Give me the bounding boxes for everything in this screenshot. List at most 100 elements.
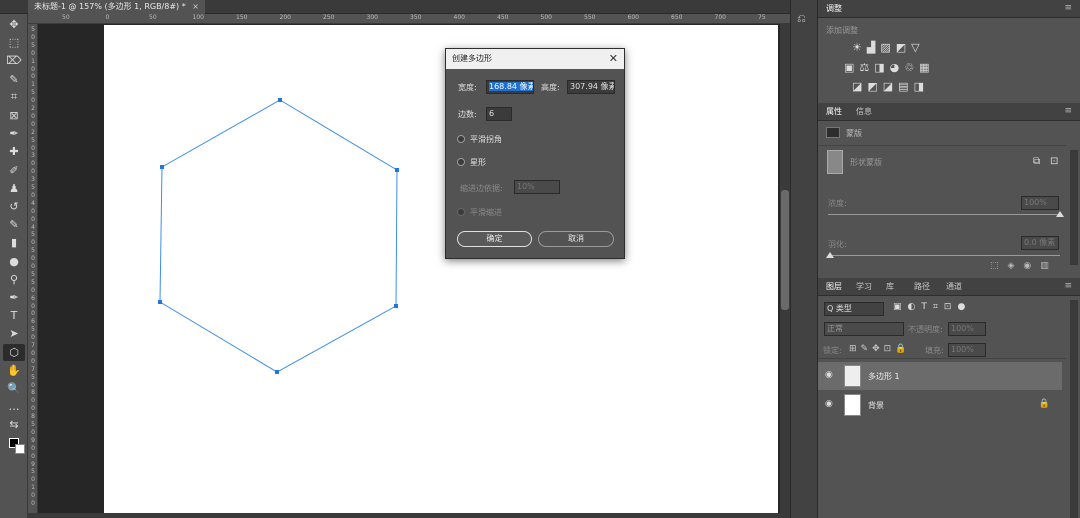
create-polygon-dialog: 创建多边形 ✕ 宽度: 168.84 像素 高度: 307.94 像素 边数: … xyxy=(445,48,625,259)
density-slider[interactable] xyxy=(828,214,1060,215)
ruler-tick-label: 0 xyxy=(31,263,35,270)
sides-field[interactable]: 6 xyxy=(486,107,512,121)
history-brush-tool-icon[interactable]: ↺ xyxy=(3,198,25,215)
indent-field[interactable]: 10% xyxy=(514,180,560,194)
magic-wand-tool-icon[interactable]: ✎ xyxy=(3,71,25,88)
star-checkbox[interactable] xyxy=(457,158,465,166)
close-icon[interactable]: ✕ xyxy=(609,49,618,69)
blur-tool-icon[interactable]: ● xyxy=(3,253,25,270)
anchor-point[interactable] xyxy=(160,165,164,169)
pen-tool-icon[interactable]: ✒ xyxy=(3,289,25,306)
ruler-tick-label: 0 xyxy=(31,334,35,342)
crop-tool-icon[interactable]: ⌗ xyxy=(3,89,25,106)
layer-filter-select[interactable]: Q 类型 xyxy=(824,302,884,316)
horizontal-ruler: 50 0 50 100 150 200 250 300 350 400 450 500 550 600 65… xyxy=(28,14,790,24)
foreground-color-icon[interactable] xyxy=(3,435,25,455)
properties-scrollbar[interactable] xyxy=(1070,150,1078,265)
height-label: 高度: xyxy=(541,83,560,92)
document-canvas[interactable] xyxy=(104,25,778,514)
adjustment-icons-row-3[interactable]: ◪◩◪▤◨ xyxy=(852,80,929,93)
panel-menu-icon[interactable]: ≡ xyxy=(1064,281,1072,291)
tab-learn[interactable]: 学习 xyxy=(856,281,872,292)
blend-mode-select[interactable]: 正常 xyxy=(824,322,904,336)
zoom-tool-icon[interactable]: 🔍 xyxy=(3,380,25,397)
type-tool-icon[interactable]: T xyxy=(3,307,25,324)
panel-menu-icon[interactable]: ≡ xyxy=(1064,3,1072,13)
marquee-tool-icon[interactable]: ⬚ xyxy=(3,34,25,51)
shape-mask-label: 形状蒙版 xyxy=(850,158,882,167)
panel-menu-icon[interactable]: ≡ xyxy=(1064,106,1072,116)
brush-tool-icon[interactable]: ✐ xyxy=(3,162,25,179)
cancel-button[interactable]: 取消 xyxy=(538,231,614,247)
ruler-tick-label: 4 xyxy=(31,223,35,231)
smooth-indent-checkbox[interactable] xyxy=(457,208,465,216)
lasso-tool-icon[interactable]: ⌦ xyxy=(3,52,25,69)
ruler-tick-label: 450 xyxy=(497,14,509,21)
ruler-tick-label: 0 xyxy=(31,239,35,247)
height-field[interactable]: 307.94 像素 xyxy=(567,80,615,94)
frame-tool-icon[interactable]: ⊠ xyxy=(3,107,25,124)
feather-field[interactable]: 0.0 像素 xyxy=(1021,236,1059,250)
swap-colors-icon-icon[interactable]: ⇆ xyxy=(3,416,25,433)
properties-footer-icons[interactable]: ⬚◈◉▥ xyxy=(990,261,1058,271)
add-mask-icon[interactable]: ⧉ xyxy=(1033,156,1040,167)
ruler-tick-label: 0 xyxy=(31,49,35,57)
hand-tool-icon[interactable]: ✋ xyxy=(3,362,25,379)
layer-row-polygon[interactable]: ◉ 多边形 1 xyxy=(818,362,1062,390)
eyedropper-tool-icon[interactable]: ✒ xyxy=(3,125,25,142)
dodge-tool-icon[interactable]: ⚲ xyxy=(3,271,25,288)
eraser-tool-icon[interactable]: ✎ xyxy=(3,216,25,233)
anchor-point[interactable] xyxy=(394,304,398,308)
feather-slider[interactable] xyxy=(828,255,1060,256)
tab-libraries[interactable]: 库 xyxy=(886,281,894,292)
tab-paths[interactable]: 路径 xyxy=(914,281,930,292)
anchor-point[interactable] xyxy=(278,98,282,102)
density-slider-knob[interactable] xyxy=(1056,211,1064,217)
ruler-tick-label: 5 xyxy=(31,26,35,33)
move-tool-icon[interactable]: ✥ xyxy=(3,16,25,33)
path-select-tool-icon[interactable]: ➤ xyxy=(3,325,25,342)
tab-properties[interactable]: 属性 xyxy=(826,106,842,117)
history-icon[interactable]: ⎌ xyxy=(797,12,806,26)
more-tools-icon[interactable]: … xyxy=(3,398,25,415)
smooth-corners-checkbox[interactable] xyxy=(457,135,465,143)
density-field[interactable]: 100% xyxy=(1021,196,1059,210)
eye-icon[interactable]: ◉ xyxy=(825,399,833,409)
vector-mask-icon[interactable]: ⊡ xyxy=(1050,156,1058,167)
feather-slider-knob[interactable] xyxy=(826,252,834,258)
scrollbar-thumb[interactable] xyxy=(781,190,789,310)
tab-adjustments[interactable]: 调整 xyxy=(826,3,842,14)
polygon-tool-icon[interactable]: ⬡ xyxy=(3,343,25,361)
tab-layers[interactable]: 图层 xyxy=(826,281,842,292)
feather-value: 0.0 像素 xyxy=(1024,238,1056,247)
opacity-field[interactable]: 100% xyxy=(948,322,986,336)
document-tab[interactable]: 未标题-1 @ 157% (多边形 1, RGB/8#) * × xyxy=(28,0,205,14)
lock-icons[interactable]: ⊞✎✥⊡🔒 xyxy=(849,344,910,354)
ruler-tick-label: 9 xyxy=(31,436,35,444)
layers-scrollbar[interactable] xyxy=(1070,300,1078,518)
tab-channels[interactable]: 通道 xyxy=(946,281,962,292)
ok-button[interactable]: 确定 xyxy=(457,231,532,247)
ruler-tick-label: 0 xyxy=(31,357,35,365)
stamp-tool-icon[interactable]: ♟ xyxy=(3,180,25,197)
layer-row-background[interactable]: ◉ 背景 🔒 xyxy=(818,391,1062,419)
ruler-tick-label: 0 xyxy=(31,207,35,215)
fill-field[interactable]: 100% xyxy=(948,343,986,357)
adjustment-icons-row-1[interactable]: ☀▟▨◩▽ xyxy=(852,41,925,54)
fill-label: 填充: xyxy=(925,346,944,355)
healing-tool-icon[interactable]: ✚ xyxy=(3,143,25,160)
width-value: 168.84 像素 xyxy=(489,82,534,91)
ruler-tick-label: 0 xyxy=(31,310,35,318)
anchor-point[interactable] xyxy=(158,300,162,304)
eye-icon[interactable]: ◉ xyxy=(825,370,833,380)
layer-filter-icons[interactable]: ▣◐T⌗⊡● xyxy=(893,302,971,312)
hexagon-shape[interactable] xyxy=(104,25,778,514)
anchor-point[interactable] xyxy=(275,370,279,374)
close-tab-icon[interactable]: × xyxy=(192,2,199,11)
tab-info[interactable]: 信息 xyxy=(856,106,872,117)
width-field[interactable]: 168.84 像素 xyxy=(486,80,534,94)
gradient-tool-icon[interactable]: ▮ xyxy=(3,234,25,251)
layer-thumbnail xyxy=(844,365,861,387)
anchor-point[interactable] xyxy=(395,168,399,172)
adjustment-icons-row-2[interactable]: ▣⚖◨◕♲▦ xyxy=(844,61,935,74)
